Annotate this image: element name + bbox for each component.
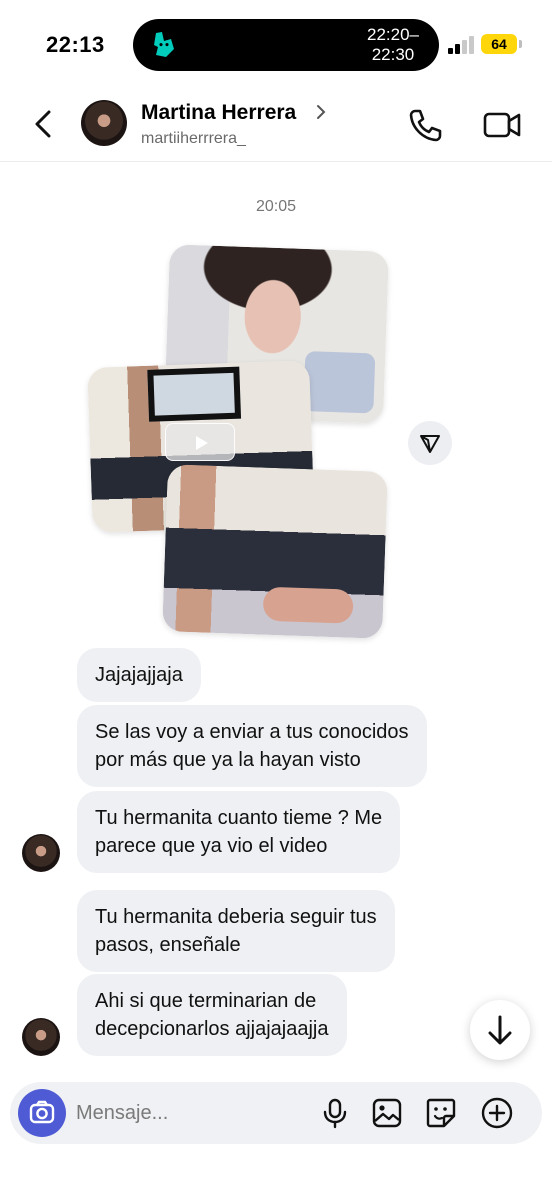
live-activity-time: 22:20– 22:30 [367,25,419,65]
microphone-icon[interactable] [318,1096,352,1130]
back-chevron-icon[interactable] [26,106,62,142]
video-camera-icon[interactable] [482,106,522,144]
status-bar: 22:13 22:20– 22:30 64 [0,0,552,88]
message-input[interactable] [76,1099,296,1127]
status-time: 22:13 [46,32,105,57]
message-composer [10,1082,542,1144]
play-icon [196,436,208,450]
message-bubble[interactable]: Ahi si que terminarian de decepcionarlos… [77,974,347,1056]
battery-cap [519,40,522,48]
sender-avatar[interactable] [22,834,60,872]
play-button[interactable] [165,423,235,461]
camera-button[interactable] [18,1089,66,1137]
share-button[interactable] [408,421,452,465]
plus-icon[interactable] [480,1096,514,1130]
contact-name[interactable]: Martina Herrera [141,101,296,125]
sticker-icon[interactable] [424,1096,458,1130]
chat-header: Martina Herrera martiiherrrera_ [0,88,552,162]
message-timestamp: 20:05 [255,198,297,215]
video-thumbnail[interactable] [162,464,388,639]
contact-avatar[interactable] [81,100,127,146]
dynamic-island[interactable]: 22:20– 22:30 [133,19,439,71]
battery-indicator: 64 [481,34,517,54]
cellular-signal-icon [448,36,476,54]
gallery-icon[interactable] [370,1096,404,1130]
live-activity-time-start: 22:20– [367,25,419,44]
message-bubble[interactable]: Se las voy a enviar a tus conocidos por … [77,705,427,787]
message-bubble[interactable]: Jajajajjaja [77,648,201,702]
message-bubble[interactable]: Tu hermanita deberia seguir tus pasos, e… [77,890,395,972]
message-bubble[interactable]: Tu hermanita cuanto tieme ? Me parece qu… [77,791,401,873]
contact-handle[interactable]: martiiherrrera_ [141,130,246,148]
share-send-icon [420,435,440,453]
scroll-to-bottom-button[interactable] [470,1000,530,1060]
deliveroo-kangaroo-icon [154,32,174,57]
live-activity-time-end: 22:30 [371,45,415,64]
chevron-right-icon[interactable] [315,102,327,122]
phone-icon[interactable] [406,106,444,144]
camera-icon [29,1100,55,1124]
arrow-down-icon [488,1015,512,1045]
sender-avatar[interactable] [22,1018,60,1056]
